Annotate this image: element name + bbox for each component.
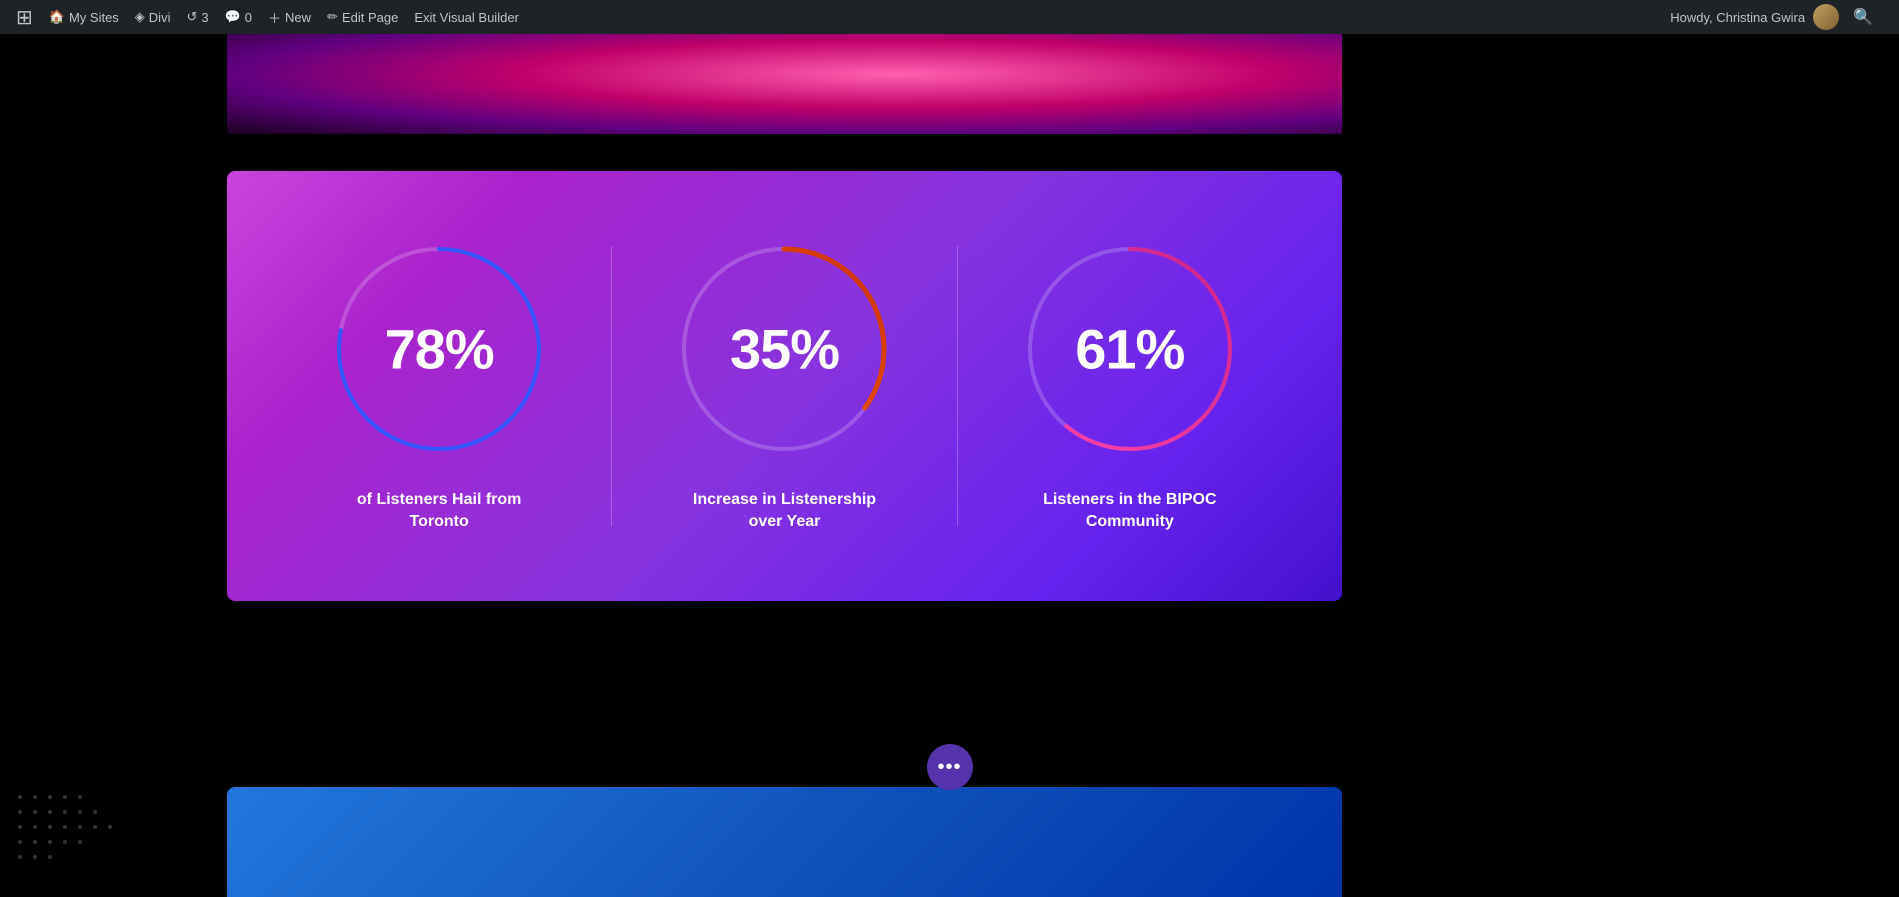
edit-page-label: Edit Page (342, 10, 398, 25)
edit-page-button[interactable]: ✏ Edit Page (319, 0, 406, 34)
stat-item-bipoc: 61% Listeners in the BIPOC Community (958, 239, 1302, 534)
three-dots-label: ••• (937, 757, 961, 777)
stat-value-toronto: 78% (385, 316, 494, 381)
plus-icon: ＋ (268, 8, 281, 27)
exit-vb-label: Exit Visual Builder (414, 10, 519, 25)
dots-decoration (10, 787, 210, 867)
wp-logo-button[interactable]: ⊞ (8, 0, 41, 34)
exit-visual-builder-button[interactable]: Exit Visual Builder (406, 0, 527, 34)
top-image (227, 34, 1342, 134)
comments-count: 0 (245, 10, 252, 25)
divi-label: Divi (149, 10, 171, 25)
bottom-blue-section (227, 787, 1342, 897)
user-greeting: Howdy, Christina Gwira (1670, 10, 1805, 25)
circle-toronto: 78% (329, 239, 549, 459)
comments-button[interactable]: 💬 0 (217, 0, 260, 34)
stats-section: 78% of Listeners Hail from Toronto 35% I… (227, 171, 1342, 601)
stat-label-bipoc: Listeners in the BIPOC Community (1030, 489, 1230, 534)
stat-value-bipoc: 61% (1075, 316, 1184, 381)
divi-menu[interactable]: ◈ Divi (127, 0, 179, 34)
stat-item-toronto: 78% of Listeners Hail from Toronto (267, 239, 611, 534)
stat-value-listenership: 35% (730, 316, 839, 381)
right-area (1342, 34, 1899, 897)
divi-icon: ◈ (135, 9, 145, 25)
comments-icon: 💬 (225, 9, 241, 25)
stat-item-listenership: 35% Increase in Listenership over Year (612, 239, 956, 534)
my-sites-label: My Sites (69, 10, 119, 25)
my-sites-menu[interactable]: 🏠 My Sites (41, 0, 127, 34)
new-label: New (285, 10, 311, 25)
left-sidebar-area (0, 34, 227, 897)
three-dots-button[interactable]: ••• (927, 744, 973, 790)
updates-button[interactable]: ↺ 3 (178, 0, 216, 34)
admin-bar-right: Howdy, Christina Gwira 🔍 (1670, 4, 1891, 30)
circle-bipoc: 61% (1020, 239, 1240, 459)
new-menu[interactable]: ＋ New (260, 0, 319, 34)
circle-listenership: 35% (674, 239, 894, 459)
stat-label-toronto: of Listeners Hail from Toronto (339, 489, 539, 534)
pencil-icon: ✏ (327, 9, 338, 25)
stat-label-listenership: Increase in Listenership over Year (684, 489, 884, 534)
updates-icon: ↺ (186, 9, 197, 25)
my-sites-icon: 🏠 (49, 9, 65, 25)
updates-count: 3 (201, 10, 208, 25)
search-icon[interactable]: 🔍 (1843, 7, 1883, 27)
wp-icon: ⊞ (16, 5, 33, 30)
page-content: 78% of Listeners Hail from Toronto 35% I… (0, 34, 1899, 897)
avatar (1813, 4, 1839, 30)
admin-bar: ⊞ 🏠 My Sites ◈ Divi ↺ 3 💬 0 ＋ New ✏ Edit… (0, 0, 1899, 34)
top-image-inner (227, 34, 1342, 134)
